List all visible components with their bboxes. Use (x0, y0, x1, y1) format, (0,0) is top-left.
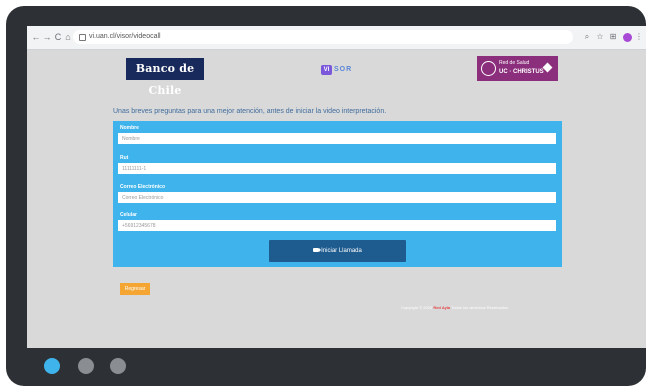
slide-dot-1[interactable] (44, 358, 60, 374)
rut-label: Rut (120, 155, 129, 161)
footer-copyright: Copyright © 2020 Red Ayla Todos los dere… (401, 305, 508, 310)
visor-text: SOR (334, 66, 353, 74)
form-intro: Unas breves preguntas para una mejor ate… (113, 108, 387, 115)
phone-label: Celular (120, 212, 137, 218)
phone-field[interactable] (118, 220, 556, 231)
diamond-icon (542, 62, 553, 73)
email-field[interactable] (118, 192, 556, 203)
visor-mark: VI (321, 64, 332, 75)
footer-brand-link[interactable]: Red Ayla (433, 305, 450, 310)
star-icon[interactable]: ☆ (595, 31, 605, 43)
name-field[interactable] (118, 133, 556, 144)
search-icon[interactable]: ⌕ (582, 31, 592, 43)
browser-toolbar: ← → C ⌂ vi.uan.cl/visor/videocall ⌕ ☆ ⊞ … (27, 26, 646, 50)
visor-logo: VI SOR (321, 61, 352, 75)
reload-icon[interactable]: C (53, 31, 63, 43)
uc-logo-line2: UC · CHRISTUS (499, 69, 544, 75)
video-camera-icon (313, 248, 322, 253)
footer-suffix: Todos los derechos Reservados (451, 305, 509, 310)
footer-prefix: Copyright © 2020 (401, 305, 433, 310)
email-label: Correo Electrónico (120, 184, 166, 190)
bank-logo: Banco de Chile (126, 58, 204, 97)
lock-icon (79, 34, 86, 41)
back-arrow-icon[interactable]: ← (31, 31, 41, 43)
extensions-icon[interactable]: ⊞ (608, 31, 618, 43)
uc-christus-logo: Red de Salud UC · CHRISTUS (477, 56, 558, 81)
rut-field[interactable] (118, 163, 556, 174)
back-button[interactable]: Regresar (120, 283, 150, 295)
forward-arrow-icon[interactable]: → (42, 31, 52, 43)
form-panel: Nombre Rut Correo Electrónico Celular In… (113, 121, 562, 267)
profile-avatar[interactable] (623, 33, 632, 42)
home-icon[interactable]: ⌂ (63, 31, 73, 43)
slide-dot-3[interactable] (110, 358, 126, 374)
uc-seal-icon (481, 61, 496, 76)
start-call-label: Iniciar Llamada (321, 248, 362, 254)
browser-screen: ← → C ⌂ vi.uan.cl/visor/videocall ⌕ ☆ ⊞ … (27, 26, 646, 348)
slide-dot-2[interactable] (78, 358, 94, 374)
uc-logo-line1: Red de Salud (499, 60, 530, 66)
device-frame: ← → C ⌂ vi.uan.cl/visor/videocall ⌕ ☆ ⊞ … (6, 6, 646, 386)
menu-icon[interactable]: ⋮ (634, 31, 644, 43)
name-label: Nombre (120, 125, 139, 131)
start-call-button[interactable]: Iniciar Llamada (269, 240, 406, 262)
address-url[interactable]: vi.uan.cl/visor/videocall (89, 30, 161, 44)
